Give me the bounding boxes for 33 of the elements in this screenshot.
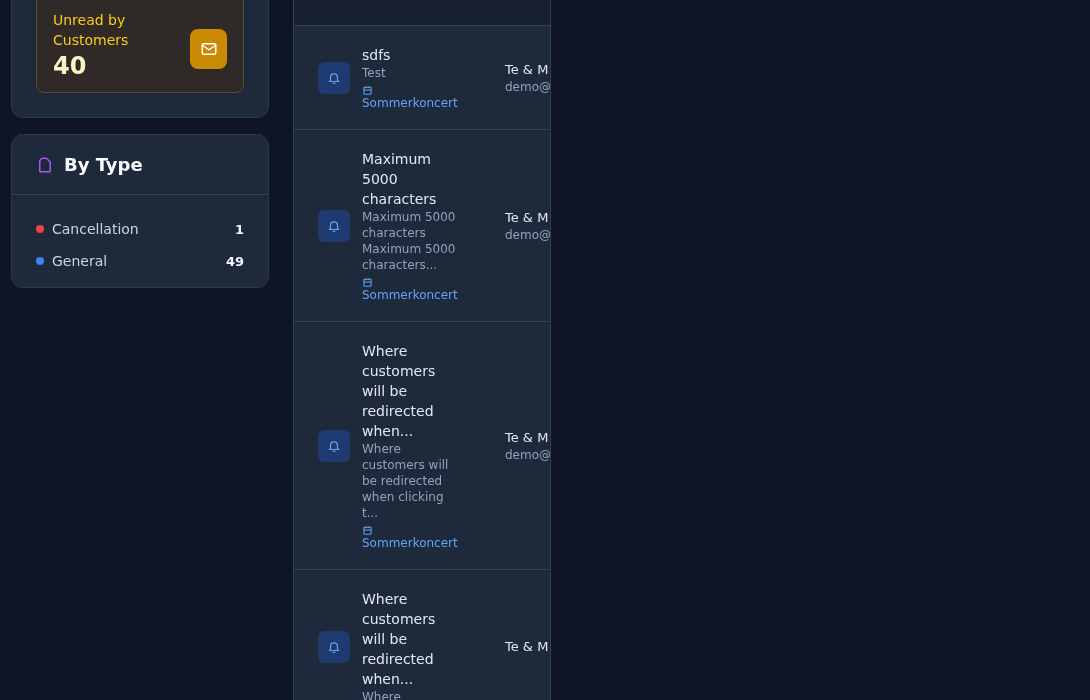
unread-label: Unread by Customers [53, 11, 130, 50]
customer-name: Te & M [505, 638, 549, 656]
card-title: By Type [64, 154, 143, 175]
bell-icon [318, 209, 350, 242]
bell-icon [318, 61, 350, 94]
notification-title: Where customers will be redirected when... [362, 590, 437, 689]
notification-message: Maximum 5000 characters Maximum 5000 characters... [362, 209, 457, 273]
customer-email: demo@ [505, 446, 550, 463]
calendar-icon [362, 277, 373, 288]
mail-icon [190, 29, 227, 69]
bell-icon [318, 631, 350, 663]
calendar-icon [362, 525, 373, 536]
bell-icon [318, 429, 350, 462]
file-icon [36, 155, 54, 174]
customer-name: Te & M [505, 428, 550, 447]
type-count: 1 [234, 221, 244, 237]
event-link[interactable]: Sommerkoncert [362, 96, 458, 110]
unread-count: 40 [53, 51, 88, 82]
customer-name: Te & M [505, 208, 550, 227]
notification-title: Where customers will be redirected when... [362, 342, 437, 441]
notification-message: Test [362, 65, 387, 81]
calendar-icon [362, 85, 373, 96]
event-link[interactable]: Sommerkoncert [362, 536, 458, 550]
event-link[interactable]: Sommerkoncert [362, 288, 458, 302]
type-count: 49 [225, 253, 244, 269]
customer-name: Te & M [505, 60, 550, 79]
notification-title: sdfs [362, 46, 392, 65]
notification-message: Where customers will be redirected when clicking t... [362, 441, 450, 521]
customer-email: demo@ [505, 226, 550, 243]
type-label: General [52, 253, 109, 269]
type-label: Cancellation [52, 221, 140, 237]
notification-title: Maximum 5000 characters [362, 150, 438, 209]
customer-email: demo@ [505, 78, 550, 95]
